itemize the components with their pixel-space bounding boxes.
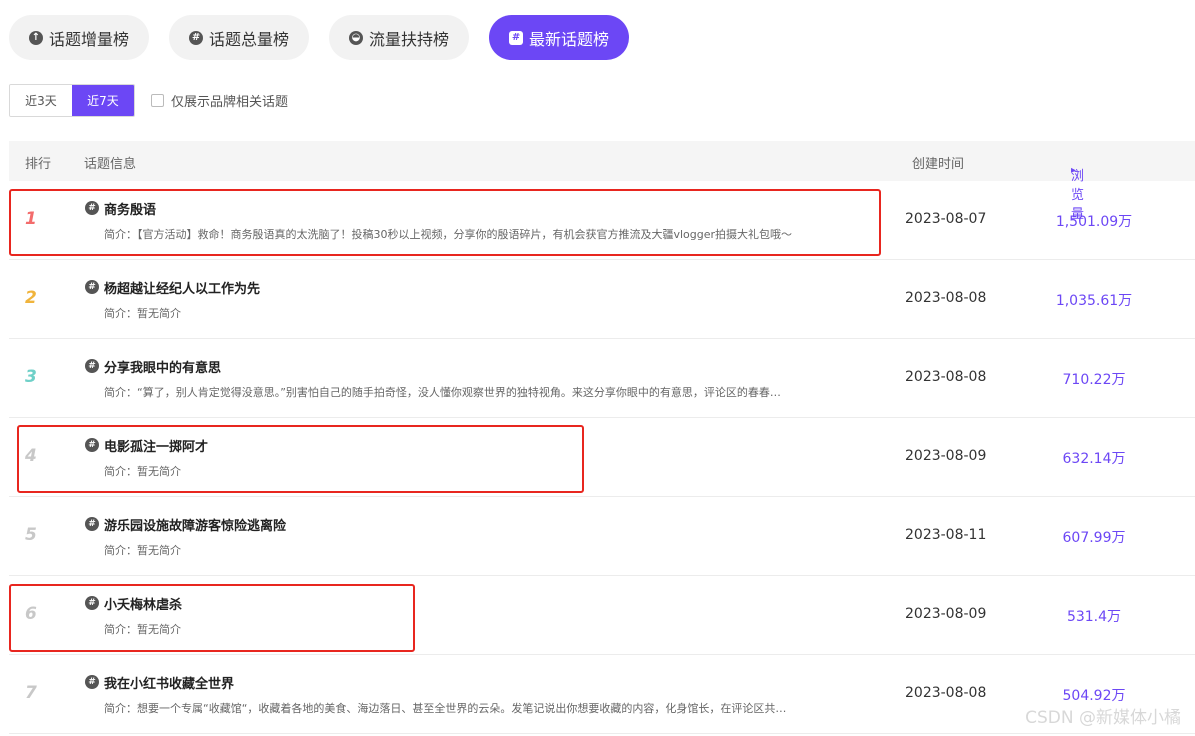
filter-bar: 近3天 近7天 仅展示品牌相关话题 [9,84,288,117]
view-count: 1,035.61万 [1055,293,1133,309]
topic-description: 简介：想要一个专属“收藏馆“，收藏着各地的美食、海边落日、甚至全世界的云朵。发笔… [104,702,787,715]
support-icon: ◒ [349,30,364,45]
topic-description: 简介：【官方活动】救命！商务殷语真的太洗脑了！投稿30秒以上视频，分享你的殷语碎… [104,228,793,241]
date-range-toggle: 近3天 近7天 [9,84,135,117]
tab-label: 话题总量榜 [209,29,290,49]
tab-label: 流量扶持榜 [369,29,450,49]
hashtag-icon: # [85,280,99,294]
hashtag-icon: # [85,438,99,452]
view-count: 607.99万 [1062,530,1126,546]
topic-table: 1 # 商务殷语 简介：【官方活动】救命！商务殷语真的太洗脑了！投稿30秒以上视… [9,181,1195,734]
table-row[interactable]: 1 # 商务殷语 简介：【官方活动】救命！商务殷语真的太洗脑了！投稿30秒以上视… [9,181,1195,260]
rank-number: 3 [25,367,37,387]
watermark: CSDN @新媒体小橘 [1025,708,1181,728]
hashtag-square-icon: # [509,30,524,45]
topic-title[interactable]: 小夭梅林虐杀 [104,594,182,613]
table-row[interactable]: 3 # 分享我眼中的有意思 简介：“算了，别人肯定觉得没意思。”别害怕自己的随手… [9,339,1195,418]
checkbox-box[interactable] [151,94,164,107]
tab-label: 话题增量榜 [49,29,130,49]
rank-number: 1 [25,209,37,229]
created-date: 2023-08-08 [905,369,987,385]
topic-title[interactable]: 我在小红书收藏全世界 [104,673,234,692]
topic-title[interactable]: 游乐园设施故障游客惊险逃离险 [104,515,286,534]
hashtag-icon: # [85,596,99,610]
created-date: 2023-08-09 [905,606,987,622]
arrow-up-circle-icon: ↑ [29,30,43,45]
rank-number: 6 [25,604,37,624]
rank-number: 7 [25,683,37,703]
header-topic-info: 话题信息 [84,157,137,172]
created-date: 2023-08-07 [905,211,987,227]
range-3-days-button[interactable]: 近3天 [10,85,72,116]
ranking-tabs: ↑ 话题增量榜 # 话题总量榜 ◒ 流量扶持榜 # 最新话题榜 [9,15,630,60]
sort-desc-icon: ▸ [1071,165,1077,176]
topic-description: 简介：“算了，别人肯定觉得没意思。”别害怕自己的随手拍奇怪，没人懂你观察世界的独… [104,386,781,399]
hashtag-circle-icon: # [189,30,204,45]
topic-description: 简介：暂无简介 [104,307,181,320]
table-row[interactable]: 2 # 杨超越让经纪人以工作为先 简介：暂无简介 2023-08-08 1,03… [9,260,1195,339]
hashtag-icon: # [85,359,99,373]
checkbox-label: 仅展示品牌相关话题 [171,95,289,110]
topic-title[interactable]: 杨超越让经纪人以工作为先 [104,278,260,297]
topic-description: 简介：暂无简介 [104,623,181,636]
topic-title[interactable]: 电影孤注一掷阿才 [104,436,208,455]
table-row[interactable]: 4 # 电影孤注一掷阿才 简介：暂无简介 2023-08-09 632.14万 [9,418,1195,497]
brand-only-checkbox[interactable]: 仅展示品牌相关话题 [151,91,288,110]
view-count: 632.14万 [1062,451,1126,467]
view-count: 710.22万 [1062,372,1126,388]
tab-latest-ranking[interactable]: # 最新话题榜 [489,15,630,60]
header-created-time: 创建时间 [912,157,965,172]
tab-label: 最新话题榜 [529,29,610,49]
hashtag-icon: # [85,675,99,689]
hashtag-icon: # [85,201,99,215]
topic-description: 简介：暂无简介 [104,544,181,557]
hashtag-icon: # [85,517,99,531]
view-count: 504.92万 [1062,688,1126,704]
table-header: 排行 话题信息 创建时间 浏览量 ▸ [9,141,1195,222]
table-row[interactable]: 7 # 我在小红书收藏全世界 简介：想要一个专属“收藏馆“，收藏着各地的美食、海… [9,655,1195,734]
tab-total-ranking[interactable]: # 话题总量榜 [169,15,310,60]
tab-increment-ranking[interactable]: ↑ 话题增量榜 [9,15,150,60]
created-date: 2023-08-09 [905,448,987,464]
topic-title[interactable]: 分享我眼中的有意思 [104,357,221,376]
rank-number: 4 [25,446,37,466]
view-count: 531.4万 [1066,609,1122,625]
topic-description: 简介：暂无简介 [104,465,181,478]
header-rank: 排行 [25,157,52,172]
rank-number: 5 [25,525,37,545]
created-date: 2023-08-08 [905,685,987,701]
tab-traffic-support-ranking[interactable]: ◒ 流量扶持榜 [329,15,470,60]
created-date: 2023-08-08 [905,290,987,306]
rank-number: 2 [25,288,37,308]
range-7-days-button[interactable]: 近7天 [72,85,134,116]
table-row[interactable]: 6 # 小夭梅林虐杀 简介：暂无简介 2023-08-09 531.4万 [9,576,1195,655]
view-count: 1,501.09万 [1055,214,1133,230]
table-row[interactable]: 5 # 游乐园设施故障游客惊险逃离险 简介：暂无简介 2023-08-11 60… [9,497,1195,576]
topic-title[interactable]: 商务殷语 [104,199,156,218]
created-date: 2023-08-11 [905,527,987,543]
